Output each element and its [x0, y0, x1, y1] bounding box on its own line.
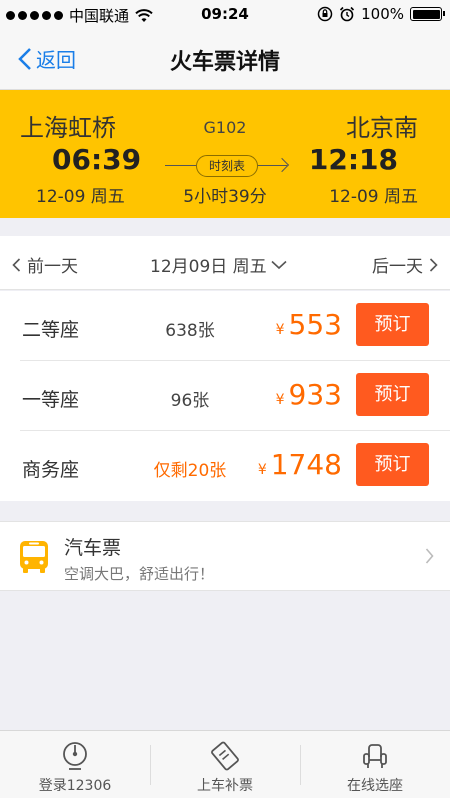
battery-percent: 100% — [361, 5, 404, 23]
status-right: 100% — [317, 5, 445, 23]
seat-row-first-class: 一等座 96张 ¥ 933 预订 — [0, 361, 450, 431]
page-title: 火车票详情 — [169, 50, 280, 75]
chevron-down-icon — [271, 260, 287, 269]
seat-count: 仅剩20张 — [153, 461, 227, 481]
route-timeline: 时刻表 — [165, 155, 290, 177]
train-info-panel: 上海虹桥 北京南 G102 06:39 12:18 时刻表 12-09 周五 1… — [0, 90, 450, 218]
tab-login[interactable]: 登录12306 — [0, 731, 150, 798]
tab-seat-selection[interactable]: 在线选座 — [300, 731, 450, 798]
seat-count: 638张 — [165, 321, 215, 341]
bus-subtitle: 空调大巴，舒适出行！ — [64, 565, 215, 583]
price-value: 933 — [288, 378, 342, 411]
seat-price: ¥ 553 — [276, 308, 342, 341]
book-button-first-class[interactable]: 预订 — [356, 373, 429, 416]
price-value: 553 — [288, 308, 342, 341]
seat-type: 二等座 — [22, 319, 80, 341]
seat-count: 96张 — [170, 391, 210, 411]
tab-onboard-ticket[interactable]: 上车补票 — [150, 731, 300, 798]
seat-price: ¥ 933 — [276, 378, 342, 411]
current-date-dropdown[interactable]: 12月09日 周五 — [150, 252, 287, 277]
chevron-left-icon — [12, 257, 21, 272]
depart-time: 06:39 — [52, 143, 142, 176]
currency-symbol: ¥ — [275, 322, 285, 338]
seat-row-business-class: 商务座 仅剩20张 ¥ 1748 预订 — [0, 431, 450, 501]
nav-bar: 返回 火车票详情 — [0, 30, 450, 90]
next-day-button[interactable]: 后一天 — [372, 252, 438, 277]
current-date-label: 12月09日 周五 — [150, 257, 267, 277]
chevron-right-icon — [425, 548, 434, 564]
timetable-button[interactable]: 时刻表 — [196, 155, 258, 177]
battery-icon — [410, 7, 445, 21]
ticket-icon — [211, 741, 239, 771]
bottom-tab-bar: 登录12306 上车补票 在线选座 — [0, 730, 450, 798]
next-day-label: 后一天 — [372, 257, 423, 277]
prev-day-button[interactable]: 前一天 — [12, 252, 78, 277]
rotation-lock-icon — [317, 6, 333, 22]
login-icon — [63, 742, 87, 770]
seat-price: ¥ 1748 — [258, 448, 342, 481]
currency-symbol: ¥ — [275, 392, 285, 408]
bus-title: 汽车票 — [64, 537, 122, 559]
seat-icon — [363, 744, 387, 768]
tab-label: 上车补票 — [197, 778, 253, 794]
seat-list: 二等座 638张 ¥ 553 预订 一等座 96张 ¥ 933 预订 商务座 仅… — [0, 291, 450, 501]
train-number: G102 — [203, 118, 247, 137]
alarm-icon — [340, 6, 355, 22]
date-selector: 前一天 12月09日 周五 后一天 — [0, 236, 450, 290]
book-button-second-class[interactable]: 预订 — [356, 303, 429, 346]
chevron-right-icon — [429, 257, 438, 272]
prev-day-label: 前一天 — [27, 257, 78, 277]
bus-icon — [20, 541, 48, 573]
currency-symbol: ¥ — [257, 462, 267, 478]
arrive-time: 12:18 — [308, 143, 398, 176]
arrow-right-icon — [274, 157, 290, 173]
seat-type: 商务座 — [22, 459, 80, 481]
price-value: 1748 — [270, 448, 342, 481]
tab-label: 在线选座 — [347, 778, 403, 794]
status-bar: 中国联通 09:24 100% — [0, 0, 450, 30]
tab-label: 登录12306 — [38, 778, 112, 794]
bus-ticket-card[interactable]: 汽车票 空调大巴，舒适出行！ — [0, 521, 450, 591]
travel-duration: 5小时39分 — [183, 187, 267, 207]
seat-row-second-class: 二等座 638张 ¥ 553 预订 — [0, 291, 450, 361]
book-button-business-class[interactable]: 预订 — [356, 443, 429, 486]
seat-type: 一等座 — [22, 389, 80, 411]
